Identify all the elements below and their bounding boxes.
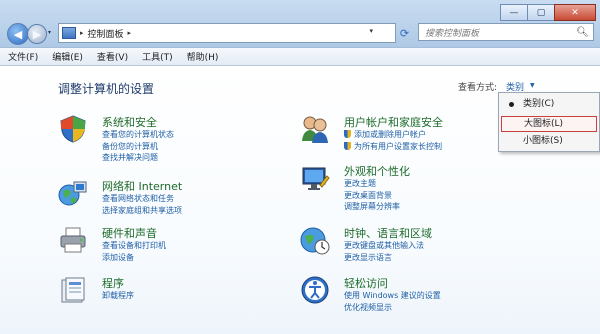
window-titlebar: — ▢ ✕ ◀ ▶ ▾ ▸ 控制面板 ▸ ▾ ⟳ 搜索控制面板 🔍︎ — [0, 0, 600, 47]
link-add-remove-accounts[interactable]: 添加或删除用户帐户 — [344, 129, 442, 141]
back-button[interactable]: ◀ — [7, 23, 29, 45]
link-display-language[interactable]: 更改显示语言 — [344, 252, 424, 264]
category-title[interactable]: 轻松访问 — [344, 275, 388, 291]
view-by-dropdown-icon[interactable]: ▼ — [530, 82, 535, 89]
minimize-button[interactable]: — — [500, 4, 528, 21]
uac-shield-icon — [344, 141, 351, 150]
menu-tools[interactable]: 工具(T) — [142, 50, 173, 63]
ease-of-access-icon — [301, 276, 329, 304]
link-add-device[interactable]: 添加设备 — [102, 252, 166, 264]
view-menu-small-icons[interactable]: 小图标(S) — [501, 133, 597, 149]
breadcrumb-separator[interactable]: ▸ — [128, 29, 132, 37]
users-icon — [302, 116, 328, 143]
category-title[interactable]: 硬件和声音 — [102, 225, 157, 241]
link-change-theme[interactable]: 更改主题 — [344, 178, 400, 190]
printer-icon — [60, 227, 86, 253]
link-backup-computer[interactable]: 备份您的计算机 — [102, 141, 174, 153]
category-title[interactable]: 外观和个性化 — [344, 163, 410, 179]
refresh-button[interactable]: ⟳ — [395, 23, 414, 43]
link-devices-printers[interactable]: 查看设备和打印机 — [102, 240, 166, 252]
breadcrumb-separator[interactable]: ▸ — [80, 29, 84, 37]
search-input[interactable]: 搜索控制面板 🔍︎ — [418, 23, 594, 41]
category-title[interactable]: 网络和 Internet — [102, 178, 182, 194]
page-title: 调整计算机的设置 — [58, 82, 155, 96]
category-title[interactable]: 用户帐户和家庭安全 — [344, 114, 443, 130]
search-icon[interactable]: 🔍︎ — [576, 27, 589, 38]
link-screen-resolution[interactable]: 调整屏幕分辨率 — [344, 201, 400, 213]
menu-view[interactable]: 查看(V) — [97, 50, 128, 63]
link-view-computer-status[interactable]: 查看您的计算机状态 — [102, 129, 174, 141]
menu-edit[interactable]: 编辑(E) — [52, 50, 83, 63]
address-bar[interactable]: ▸ 控制面板 ▸ ▾ — [58, 23, 396, 43]
view-by-label: 查看方式: — [458, 83, 498, 93]
radio-selected-icon — [509, 102, 514, 107]
close-button[interactable]: ✕ — [554, 4, 596, 21]
address-dropdown-icon[interactable]: ▾ — [369, 27, 373, 35]
breadcrumb-control-panel[interactable]: 控制面板 — [88, 27, 124, 40]
link-change-keyboard[interactable]: 更改键盘或其他输入法 — [344, 240, 424, 252]
shield-icon — [60, 115, 86, 143]
link-troubleshoot[interactable]: 查找并解决问题 — [102, 152, 174, 164]
category-title[interactable]: 程序 — [102, 275, 124, 291]
view-menu-large-icons[interactable]: 大图标(L) — [501, 116, 597, 132]
category-title[interactable]: 时钟、语言和区域 — [344, 225, 432, 241]
forward-button[interactable]: ▶ — [27, 24, 47, 44]
category-title[interactable]: 系统和安全 — [102, 114, 157, 130]
link-desktop-background[interactable]: 更改桌面背景 — [344, 190, 400, 202]
uac-shield-icon — [344, 130, 351, 138]
display-icon — [302, 167, 330, 190]
link-view-network-status[interactable]: 查看网络状态和任务 — [102, 193, 182, 205]
menu-bar: 文件(F) 编辑(E) 查看(V) 工具(T) 帮助(H) — [0, 47, 600, 66]
clock-globe-icon — [300, 227, 330, 255]
maximize-button[interactable]: ▢ — [527, 4, 555, 21]
view-menu-category[interactable]: 类别(C) — [501, 96, 597, 112]
recent-pages-dropdown[interactable]: ▾ — [48, 29, 51, 36]
programs-icon — [61, 277, 85, 303]
view-by-menu: 类别(C) 大图标(L) 小图标(S) — [498, 92, 600, 152]
search-placeholder: 搜索控制面板 — [425, 28, 480, 39]
link-optimize-video[interactable]: 优化视频显示 — [344, 302, 441, 314]
window-controls: — ▢ ✕ — [500, 4, 596, 21]
menu-file[interactable]: 文件(F) — [8, 50, 38, 63]
link-recommended-settings[interactable]: 使用 Windows 建议的设置 — [344, 290, 441, 302]
network-globe-icon — [58, 181, 87, 206]
link-parental-controls[interactable]: 为所有用户设置家长控制 — [344, 141, 442, 153]
link-uninstall-program[interactable]: 卸载程序 — [102, 290, 134, 302]
control-panel-icon — [62, 27, 76, 39]
link-homegroup-sharing[interactable]: 选择家庭组和共享选项 — [102, 205, 182, 217]
menu-help[interactable]: 帮助(H) — [187, 50, 219, 63]
refresh-icon: ⟳ — [399, 26, 410, 40]
